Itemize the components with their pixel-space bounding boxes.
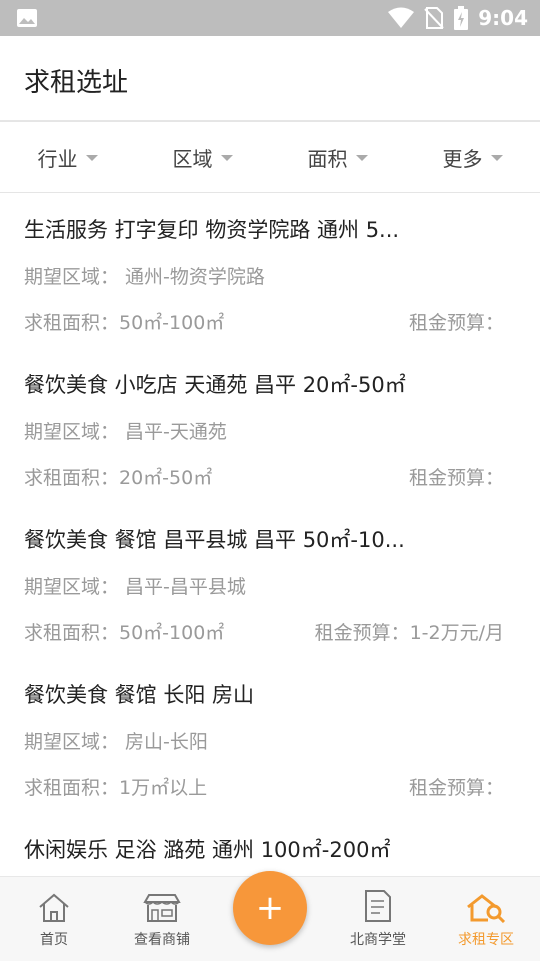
battery-charging-icon <box>454 6 469 30</box>
tab-shops[interactable]: 查看商铺 <box>108 877 216 961</box>
list-item[interactable]: 生活服务 打字复印 物资学院路 通州 5... 期望区域： 通州-物资学院路 求… <box>0 194 540 349</box>
tab-school[interactable]: 北商学堂 <box>324 877 432 961</box>
tab-label: 首页 <box>40 932 68 948</box>
no-sim-icon <box>424 7 444 29</box>
filter-label: 面积 <box>307 146 348 171</box>
tab-label: 求租专区 <box>458 932 514 948</box>
listing-budget: 租金预算： <box>408 467 504 489</box>
listing-region: 期望区域： 昌平-昌平县城 <box>24 576 246 598</box>
listing-area: 求租面积：50㎡-100㎡ <box>24 312 225 334</box>
tab-rent[interactable]: 求租专区 <box>432 877 540 961</box>
filter-label: 区域 <box>172 146 213 171</box>
home-icon <box>39 893 69 922</box>
listing-list: 生活服务 打字复印 物资学院路 通州 5... 期望区域： 通州-物资学院路 求… <box>0 194 540 969</box>
list-item[interactable]: 餐饮美食 餐馆 昌平县城 昌平 50㎡-10... 期望区域： 昌平-昌平县城 … <box>0 504 540 659</box>
listing-area: 求租面积：20㎡-50㎡ <box>24 467 213 489</box>
listing-area: 求租面积：1万㎡以上 <box>24 777 208 799</box>
listing-title: 生活服务 打字复印 物资学院路 通州 5... <box>24 218 400 242</box>
listing-budget: 租金预算： <box>408 312 504 334</box>
listing-title: 餐饮美食 餐馆 长阳 房山 <box>24 683 255 707</box>
status-time: 9:04 <box>478 6 528 30</box>
listing-area: 求租面积：50㎡-100㎡ <box>24 622 225 644</box>
listing-budget: 租金预算：1-2万元/月 <box>314 622 504 644</box>
listing-title: 餐饮美食 小吃店 天通苑 昌平 20㎡-50㎡ <box>24 373 406 397</box>
document-icon <box>365 890 391 922</box>
listing-region: 期望区域： 房山-长阳 <box>24 731 208 753</box>
tab-label: 北商学堂 <box>350 932 406 948</box>
listing-title: 休闲娱乐 足浴 潞苑 通州 100㎡-200㎡ <box>24 838 391 862</box>
add-button[interactable]: + <box>233 871 307 945</box>
dropdown-arrow-icon <box>355 155 368 161</box>
list-item[interactable]: 餐饮美食 小吃店 天通苑 昌平 20㎡-50㎡ 期望区域： 昌平-天通苑 求租面… <box>0 349 540 504</box>
plus-icon: + <box>255 888 285 928</box>
listing-region: 期望区域： 昌平-天通苑 <box>24 421 227 443</box>
filter-label: 更多 <box>442 146 483 171</box>
title-bar: 求租选址 <box>0 36 540 121</box>
listing-region: 期望区域： 通州-物资学院路 <box>24 266 265 288</box>
filter-bar: 行业 区域 面积 更多 <box>0 121 540 193</box>
filter-area[interactable]: 面积 <box>270 122 405 192</box>
status-bar: 9:04 <box>0 0 540 36</box>
filter-industry[interactable]: 行业 <box>0 122 135 192</box>
listing-title: 餐饮美食 餐馆 昌平县城 昌平 50㎡-10... <box>24 528 405 552</box>
wifi-icon <box>388 7 415 28</box>
filter-more[interactable]: 更多 <box>405 122 540 192</box>
filter-label: 行业 <box>37 146 78 171</box>
dropdown-arrow-icon <box>490 155 503 161</box>
image-notification-icon <box>17 9 37 27</box>
tab-home[interactable]: 首页 <box>0 877 108 961</box>
filter-region[interactable]: 区域 <box>135 122 270 192</box>
house-search-icon <box>467 894 506 923</box>
list-item[interactable]: 餐饮美食 餐馆 长阳 房山 期望区域： 房山-长阳 求租面积：1万㎡以上 租金预… <box>0 659 540 814</box>
tab-label: 查看商铺 <box>134 932 190 948</box>
dropdown-arrow-icon <box>85 155 98 161</box>
page-title: 求租选址 <box>24 68 129 98</box>
storefront-icon <box>143 894 181 922</box>
listing-budget: 租金预算： <box>408 777 504 799</box>
dropdown-arrow-icon <box>220 155 233 161</box>
